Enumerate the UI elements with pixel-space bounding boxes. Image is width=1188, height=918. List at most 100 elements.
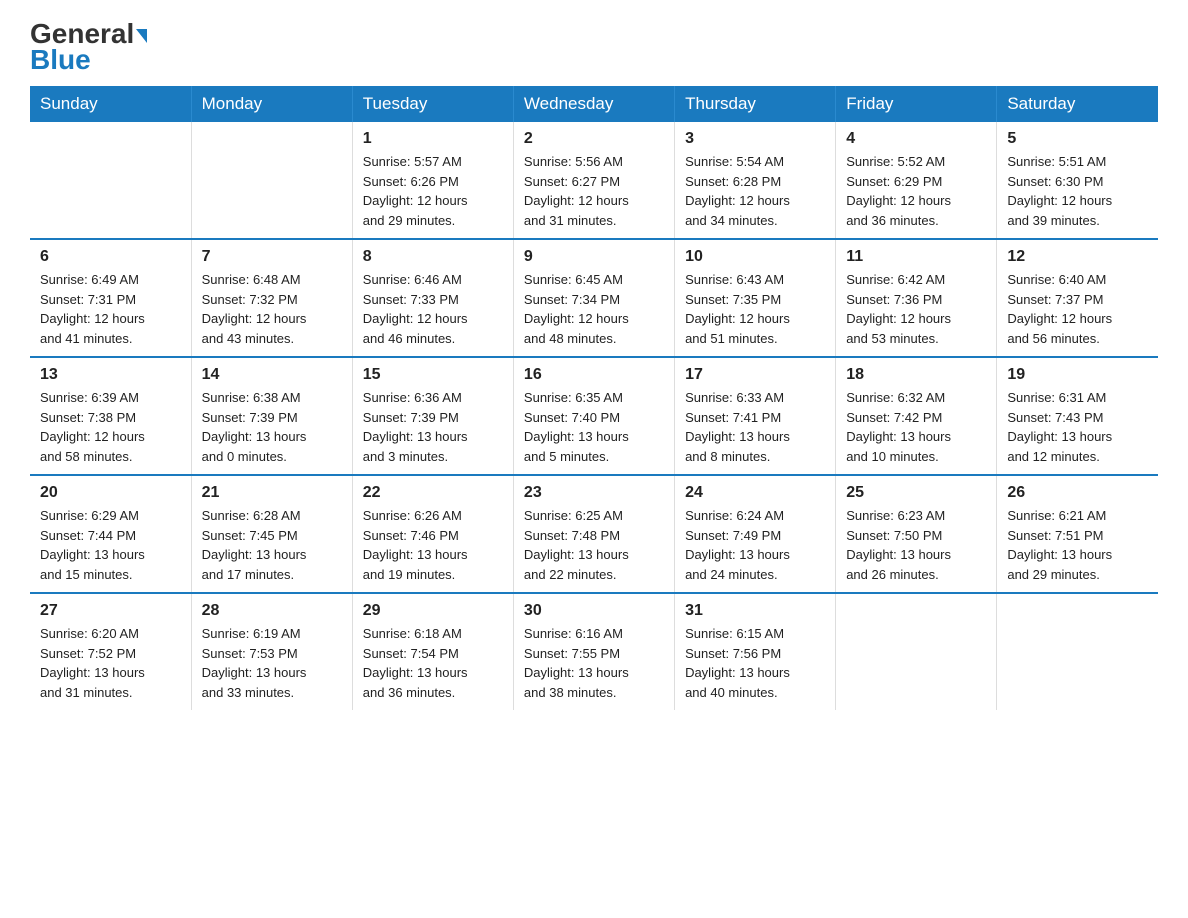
day-number: 23 xyxy=(524,484,664,502)
calendar-cell: 25 Sunrise: 6:23 AM Sunset: 7:50 PM Dayli… xyxy=(836,475,997,593)
calendar-cell xyxy=(836,593,997,710)
day-number: 17 xyxy=(685,366,825,384)
day-number: 30 xyxy=(524,602,664,620)
day-info: Sunrise: 6:40 AM Sunset: 7:37 PM Dayligh… xyxy=(1007,270,1148,348)
calendar-cell: 2Sunrise: 5:56 AM Sunset: 6:27 PM Daylig… xyxy=(513,122,674,239)
weekday-header-saturday: Saturday xyxy=(997,86,1158,122)
day-info: Sunrise: 6:38 AM Sunset: 7:39 PM Dayligh… xyxy=(202,388,342,466)
day-info: Sunrise: 6:25 AM Sunset: 7:48 PM Dayligh… xyxy=(524,506,664,584)
weekday-header-friday: Friday xyxy=(836,86,997,122)
day-number: 1 xyxy=(363,130,503,148)
calendar-cell: 8Sunrise: 6:46 AM Sunset: 7:33 PM Daylig… xyxy=(352,239,513,357)
day-number: 27 xyxy=(40,602,181,620)
day-info: Sunrise: 6:21 AM Sunset: 7:51 PM Dayligh… xyxy=(1007,506,1148,584)
day-info: Sunrise: 6:46 AM Sunset: 7:33 PM Dayligh… xyxy=(363,270,503,348)
day-info: Sunrise: 6:24 AM Sunset: 7:49 PM Dayligh… xyxy=(685,506,825,584)
day-info: Sunrise: 6:20 AM Sunset: 7:52 PM Dayligh… xyxy=(40,624,181,702)
day-info: Sunrise: 5:54 AM Sunset: 6:28 PM Dayligh… xyxy=(685,152,825,230)
day-info: Sunrise: 6:48 AM Sunset: 7:32 PM Dayligh… xyxy=(202,270,342,348)
day-number: 16 xyxy=(524,366,664,384)
calendar-cell: 1 Sunrise: 5:57 AM Sunset: 6:26 PM Daylig… xyxy=(352,122,513,239)
calendar-cell: 14 Sunrise: 6:38 AM Sunset: 7:39 PM Dayli… xyxy=(191,357,352,475)
calendar-cell xyxy=(30,122,191,239)
calendar-cell: 18Sunrise: 6:32 AM Sunset: 7:42 PM Dayli… xyxy=(836,357,997,475)
day-info: Sunrise: 6:32 AM Sunset: 7:42 PM Dayligh… xyxy=(846,388,986,466)
day-info: Sunrise: 5:51 AM Sunset: 6:30 PM Dayligh… xyxy=(1007,152,1148,230)
logo-blue: Blue xyxy=(30,44,91,76)
day-info: Sunrise: 6:15 AM Sunset: 7:56 PM Dayligh… xyxy=(685,624,825,702)
day-info: Sunrise: 6:16 AM Sunset: 7:55 PM Dayligh… xyxy=(524,624,664,702)
calendar-cell: 29 Sunrise: 6:18 AM Sunset: 7:54 PM Dayli… xyxy=(352,593,513,710)
calendar-table: SundayMondayTuesdayWednesdayThursdayFrid… xyxy=(30,86,1158,710)
calendar-week-4: 20 Sunrise: 6:29 AM Sunset: 7:44 PM Dayli… xyxy=(30,475,1158,593)
day-info: Sunrise: 5:52 AM Sunset: 6:29 PM Dayligh… xyxy=(846,152,986,230)
day-number: 4 xyxy=(846,130,986,148)
day-number: 14 xyxy=(202,366,342,384)
weekday-header-wednesday: Wednesday xyxy=(513,86,674,122)
calendar-week-3: 13 Sunrise: 6:39 AM Sunset: 7:38 PM Dayli… xyxy=(30,357,1158,475)
calendar-cell: 5 Sunrise: 5:51 AM Sunset: 6:30 PM Daylig… xyxy=(997,122,1158,239)
day-number: 22 xyxy=(363,484,503,502)
calendar-cell: 6Sunrise: 6:49 AM Sunset: 7:31 PM Daylig… xyxy=(30,239,191,357)
calendar-cell: 15 Sunrise: 6:36 AM Sunset: 7:39 PM Dayli… xyxy=(352,357,513,475)
day-info: Sunrise: 6:26 AM Sunset: 7:46 PM Dayligh… xyxy=(363,506,503,584)
day-info: Sunrise: 6:42 AM Sunset: 7:36 PM Dayligh… xyxy=(846,270,986,348)
day-number: 31 xyxy=(685,602,825,620)
calendar-cell: 30 Sunrise: 6:16 AM Sunset: 7:55 PM Dayli… xyxy=(513,593,674,710)
day-number: 10 xyxy=(685,248,825,266)
day-info: Sunrise: 6:19 AM Sunset: 7:53 PM Dayligh… xyxy=(202,624,342,702)
day-info: Sunrise: 6:23 AM Sunset: 7:50 PM Dayligh… xyxy=(846,506,986,584)
day-number: 20 xyxy=(40,484,181,502)
day-info: Sunrise: 6:39 AM Sunset: 7:38 PM Dayligh… xyxy=(40,388,181,466)
calendar-cell: 12 Sunrise: 6:40 AM Sunset: 7:37 PM Dayli… xyxy=(997,239,1158,357)
calendar-header-row: SundayMondayTuesdayWednesdayThursdayFrid… xyxy=(30,86,1158,122)
calendar-cell xyxy=(997,593,1158,710)
page-header: General Blue xyxy=(30,20,1158,76)
day-number: 12 xyxy=(1007,248,1148,266)
day-number: 7 xyxy=(202,248,342,266)
calendar-cell: 7 Sunrise: 6:48 AM Sunset: 7:32 PM Daylig… xyxy=(191,239,352,357)
calendar-cell: 20 Sunrise: 6:29 AM Sunset: 7:44 PM Dayli… xyxy=(30,475,191,593)
day-number: 28 xyxy=(202,602,342,620)
calendar-cell xyxy=(191,122,352,239)
calendar-week-1: 1 Sunrise: 5:57 AM Sunset: 6:26 PM Daylig… xyxy=(30,122,1158,239)
weekday-header-monday: Monday xyxy=(191,86,352,122)
calendar-cell: 13 Sunrise: 6:39 AM Sunset: 7:38 PM Dayli… xyxy=(30,357,191,475)
day-info: Sunrise: 6:28 AM Sunset: 7:45 PM Dayligh… xyxy=(202,506,342,584)
day-info: Sunrise: 6:18 AM Sunset: 7:54 PM Dayligh… xyxy=(363,624,503,702)
calendar-cell: 11Sunrise: 6:42 AM Sunset: 7:36 PM Dayli… xyxy=(836,239,997,357)
calendar-cell: 28 Sunrise: 6:19 AM Sunset: 7:53 PM Dayli… xyxy=(191,593,352,710)
day-number: 2 xyxy=(524,130,664,148)
calendar-week-2: 6Sunrise: 6:49 AM Sunset: 7:31 PM Daylig… xyxy=(30,239,1158,357)
calendar-cell: 19 Sunrise: 6:31 AM Sunset: 7:43 PM Dayli… xyxy=(997,357,1158,475)
day-number: 15 xyxy=(363,366,503,384)
day-number: 29 xyxy=(363,602,503,620)
day-info: Sunrise: 6:33 AM Sunset: 7:41 PM Dayligh… xyxy=(685,388,825,466)
calendar-cell: 3Sunrise: 5:54 AM Sunset: 6:28 PM Daylig… xyxy=(675,122,836,239)
calendar-cell: 21 Sunrise: 6:28 AM Sunset: 7:45 PM Dayli… xyxy=(191,475,352,593)
day-number: 5 xyxy=(1007,130,1148,148)
day-number: 24 xyxy=(685,484,825,502)
day-number: 19 xyxy=(1007,366,1148,384)
calendar-cell: 31 Sunrise: 6:15 AM Sunset: 7:56 PM Dayli… xyxy=(675,593,836,710)
day-info: Sunrise: 5:57 AM Sunset: 6:26 PM Dayligh… xyxy=(363,152,503,230)
calendar-cell: 16 Sunrise: 6:35 AM Sunset: 7:40 PM Dayli… xyxy=(513,357,674,475)
calendar-cell: 22 Sunrise: 6:26 AM Sunset: 7:46 PM Dayli… xyxy=(352,475,513,593)
calendar-cell: 10Sunrise: 6:43 AM Sunset: 7:35 PM Dayli… xyxy=(675,239,836,357)
weekday-header-tuesday: Tuesday xyxy=(352,86,513,122)
day-number: 25 xyxy=(846,484,986,502)
day-info: Sunrise: 6:35 AM Sunset: 7:40 PM Dayligh… xyxy=(524,388,664,466)
calendar-cell: 26Sunrise: 6:21 AM Sunset: 7:51 PM Dayli… xyxy=(997,475,1158,593)
day-info: Sunrise: 6:36 AM Sunset: 7:39 PM Dayligh… xyxy=(363,388,503,466)
weekday-header-sunday: Sunday xyxy=(30,86,191,122)
day-number: 13 xyxy=(40,366,181,384)
day-number: 21 xyxy=(202,484,342,502)
weekday-header-thursday: Thursday xyxy=(675,86,836,122)
calendar-cell: 4 Sunrise: 5:52 AM Sunset: 6:29 PM Daylig… xyxy=(836,122,997,239)
day-info: Sunrise: 6:29 AM Sunset: 7:44 PM Dayligh… xyxy=(40,506,181,584)
day-number: 9 xyxy=(524,248,664,266)
day-info: Sunrise: 6:31 AM Sunset: 7:43 PM Dayligh… xyxy=(1007,388,1148,466)
calendar-cell: 27 Sunrise: 6:20 AM Sunset: 7:52 PM Dayli… xyxy=(30,593,191,710)
logo: General Blue xyxy=(30,20,147,76)
calendar-cell: 17 Sunrise: 6:33 AM Sunset: 7:41 PM Dayli… xyxy=(675,357,836,475)
